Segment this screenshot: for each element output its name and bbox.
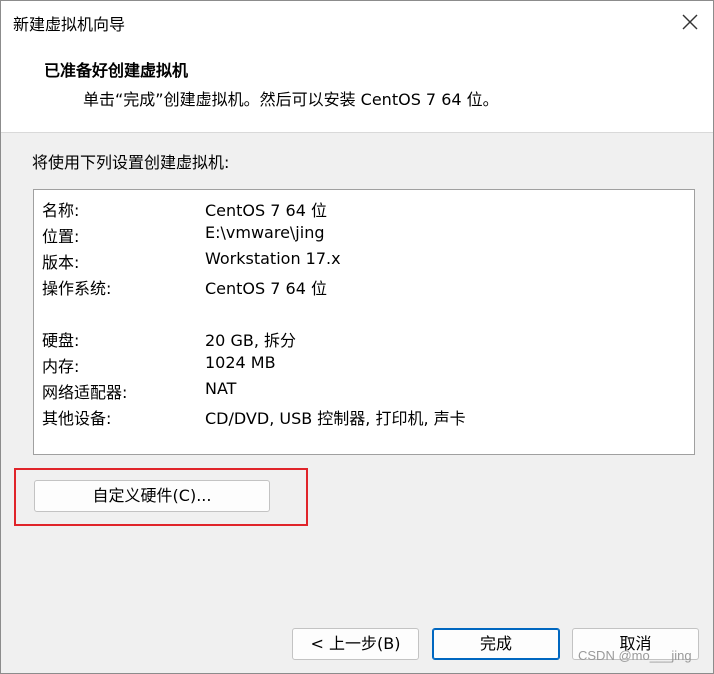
summary-value: CentOS 7 64 位: [205, 201, 327, 220]
summary-key: 其他设备:: [42, 409, 112, 428]
summary-value: NAT: [205, 379, 237, 398]
summary-value: E:\vmware\jing: [205, 223, 325, 242]
summary-value: CD/DVD, USB 控制器, 打印机, 声卡: [205, 409, 466, 428]
summary-key: 名称:: [42, 201, 80, 220]
watermark: CSDN @mo___jing: [578, 648, 692, 663]
close-button[interactable]: [667, 1, 713, 43]
title-bar: 新建虚拟机向导: [1, 1, 713, 43]
summary-value: Workstation 17.x: [205, 249, 341, 268]
summary-key: 版本:: [42, 253, 80, 272]
window-title: 新建虚拟机向导: [13, 15, 126, 34]
page-title: 已准备好创建虚拟机: [44, 61, 189, 80]
summary-key: 内存:: [42, 357, 80, 376]
page-subtitle: 单击“完成”创建虚拟机。然后可以安装 CentOS 7 64 位。: [83, 90, 499, 109]
finish-button[interactable]: 完成: [432, 628, 560, 660]
summary-key: 网络适配器:: [42, 383, 128, 402]
back-button[interactable]: < 上一步(B): [292, 628, 419, 660]
summary-value: 20 GB, 拆分: [205, 331, 296, 350]
close-icon: [682, 14, 698, 30]
wizard-header: 已准备好创建虚拟机 单击“完成”创建虚拟机。然后可以安装 CentOS 7 64…: [1, 43, 713, 133]
summary-list: 名称: CentOS 7 64 位 位置: E:\vmware\jing 版本:…: [33, 189, 695, 455]
summary-value: CentOS 7 64 位: [205, 279, 327, 298]
summary-label: 将使用下列设置创建虚拟机:: [32, 153, 230, 172]
summary-key: 硬盘:: [42, 331, 80, 350]
wizard-window: 新建虚拟机向导 已准备好创建虚拟机 单击“完成”创建虚拟机。然后可以安装 Cen…: [0, 0, 714, 674]
summary-key: 操作系统:: [42, 279, 112, 298]
customize-hardware-button[interactable]: 自定义硬件(C)...: [34, 480, 270, 512]
summary-key: 位置:: [42, 227, 80, 246]
summary-value: 1024 MB: [205, 353, 276, 372]
